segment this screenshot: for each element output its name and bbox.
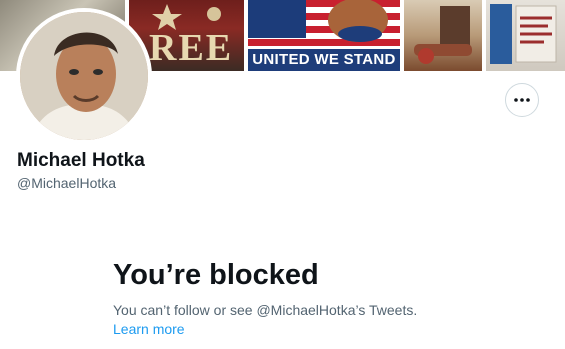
more-options-button[interactable] xyxy=(505,83,539,117)
blocked-title: You’re blocked xyxy=(113,259,319,291)
dog-illustration xyxy=(328,0,388,42)
profile-avatar[interactable] xyxy=(16,8,152,144)
flag-canton xyxy=(248,0,306,38)
banner-free-text: REE xyxy=(149,27,234,69)
banner-panel-still-life xyxy=(404,0,482,71)
blocked-message: You can’t follow or see @MichaelHotka’s … xyxy=(113,302,418,318)
banner-panel-newspaper xyxy=(486,0,565,71)
learn-more-link[interactable]: Learn more xyxy=(113,321,185,337)
banner-panel-flag: UNITED WE STAND xyxy=(248,0,400,71)
profile-handle: @MichaelHotka xyxy=(17,175,117,191)
newspaper-illustration xyxy=(490,4,557,64)
avatar-portrait xyxy=(20,12,148,140)
still-life-illustration xyxy=(414,6,472,64)
profile-name: Michael Hotka xyxy=(17,150,145,171)
banner-stand-text: UNITED WE STAND xyxy=(248,49,400,71)
more-horizontal-icon xyxy=(514,98,530,102)
